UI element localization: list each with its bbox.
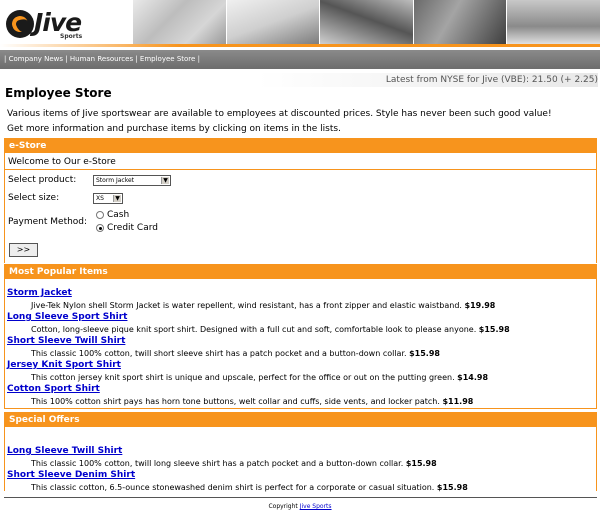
size-label: Select size: bbox=[8, 193, 60, 203]
copyright: Copyright Jive Sports bbox=[0, 503, 600, 510]
list-item: Jersey Knit Sport Shirt This cotton jers… bbox=[5, 360, 596, 384]
size-select[interactable]: XS ▼ bbox=[93, 193, 123, 204]
payment-label: Payment Method: bbox=[8, 217, 88, 227]
list-item: Storm Jacket Jive-Tek Nylon shell Storm … bbox=[5, 288, 596, 312]
chevron-down-icon: ▼ bbox=[161, 177, 169, 184]
item-link[interactable]: Storm Jacket bbox=[5, 288, 596, 299]
radio-cash[interactable] bbox=[96, 211, 104, 219]
size-select-value: XS bbox=[96, 195, 104, 202]
item-link[interactable]: Jersey Knit Sport Shirt bbox=[5, 360, 596, 371]
product-label: Select product: bbox=[8, 175, 77, 185]
cyclists-photo bbox=[132, 0, 226, 44]
item-description: This classic 100% cotton, twill long sle… bbox=[31, 459, 437, 468]
estore-welcome: Welcome to Our e-Store bbox=[5, 153, 596, 170]
estore-header: e-Store bbox=[5, 139, 596, 153]
special-header: Special Offers bbox=[5, 413, 596, 427]
nav-employee-store[interactable]: Employee Store bbox=[140, 55, 195, 63]
item-link[interactable]: Short Sleeve Denim Shirt bbox=[5, 470, 596, 481]
product-select-value: Storm Jacket bbox=[96, 177, 134, 184]
list-item: Cotton Sport Shirt This 100% cotton shir… bbox=[5, 384, 596, 408]
list-item: Long Sleeve Twill Shirt This classic 100… bbox=[5, 446, 596, 470]
item-link[interactable]: Cotton Sport Shirt bbox=[5, 384, 596, 395]
list-item: Short Sleeve Twill Shirt This classic 10… bbox=[5, 336, 596, 360]
item-description: This cotton jersey knit sport shirt is u… bbox=[31, 373, 489, 382]
footer-divider bbox=[4, 497, 597, 498]
item-link[interactable]: Long Sleeve Sport Shirt bbox=[5, 312, 596, 323]
tennis-photo bbox=[225, 0, 320, 44]
item-price: $15.98 bbox=[478, 325, 510, 334]
list-item: Long Sleeve Sport Shirt Cotton, long-sle… bbox=[5, 312, 596, 336]
runners-photo bbox=[506, 0, 600, 44]
jive-logo[interactable]: Jive Sports bbox=[4, 4, 94, 42]
submit-button[interactable]: >> bbox=[9, 243, 38, 257]
soccer-photo bbox=[319, 0, 413, 44]
item-price: $15.98 bbox=[409, 349, 440, 358]
item-link[interactable]: Short Sleeve Twill Shirt bbox=[5, 336, 596, 347]
list-item: Short Sleeve Denim Shirt This classic co… bbox=[5, 470, 596, 494]
item-price: $19.98 bbox=[464, 301, 496, 310]
swimmer-photo bbox=[412, 0, 507, 44]
item-price: $14.98 bbox=[457, 373, 489, 382]
popular-header: Most Popular Items bbox=[5, 265, 596, 279]
top-nav: | Company News | Human Resources | Emplo… bbox=[0, 50, 600, 69]
copyright-link[interactable]: Jive Sports bbox=[300, 503, 332, 510]
intro-line-1: Various items of Jive sportswear are ava… bbox=[7, 109, 552, 119]
popular-items-panel: Most Popular Items Storm Jacket Jive-Tek… bbox=[4, 264, 597, 409]
item-description: This classic 100% cotton, twill short sl… bbox=[31, 349, 440, 358]
item-description: This 100% cotton shirt pays has horn ton… bbox=[31, 397, 474, 406]
item-description: This classic cotton, 6.5-ounce stonewash… bbox=[31, 483, 468, 492]
nav-company-news[interactable]: Company News bbox=[9, 55, 63, 63]
item-price: $15.98 bbox=[436, 483, 468, 492]
estore-panel: e-Store Welcome to Our e-Store Select pr… bbox=[4, 138, 597, 263]
banner-accent-bar bbox=[0, 44, 600, 47]
logo-subtext: Sports bbox=[60, 33, 83, 40]
item-link[interactable]: Long Sleeve Twill Shirt bbox=[5, 446, 596, 457]
item-price: $11.98 bbox=[442, 397, 474, 406]
radio-credit-card-label: Credit Card bbox=[107, 223, 158, 233]
radio-cash-label: Cash bbox=[107, 210, 130, 220]
page-title: Employee Store bbox=[5, 86, 112, 100]
special-list: Long Sleeve Twill Shirt This classic 100… bbox=[5, 427, 596, 494]
chevron-down-icon: ▼ bbox=[113, 195, 121, 202]
item-description: Jive-Tek Nylon shell Storm Jacket is wat… bbox=[31, 301, 496, 310]
item-description: Cotton, long-sleeve pique knit sport shi… bbox=[31, 325, 510, 334]
intro-line-2: Get more information and purchase items … bbox=[7, 124, 341, 134]
product-select[interactable]: Storm Jacket ▼ bbox=[93, 175, 171, 186]
popular-list: Storm Jacket Jive-Tek Nylon shell Storm … bbox=[5, 279, 596, 408]
sports-photo-strip bbox=[132, 0, 600, 44]
special-offers-panel: Special Offers Long Sleeve Twill Shirt T… bbox=[4, 412, 597, 494]
copyright-text: Copyright bbox=[268, 503, 298, 510]
stock-ticker: Latest from NYSE for Jive (VBE): 21.50 (… bbox=[258, 73, 598, 87]
nav-human-resources[interactable]: Human Resources bbox=[70, 55, 133, 63]
header-banner: Jive Sports bbox=[0, 0, 600, 47]
radio-credit-card[interactable] bbox=[96, 224, 104, 232]
intro-text: Various items of Jive sportswear are ava… bbox=[7, 107, 597, 137]
item-price: $15.98 bbox=[405, 459, 437, 468]
